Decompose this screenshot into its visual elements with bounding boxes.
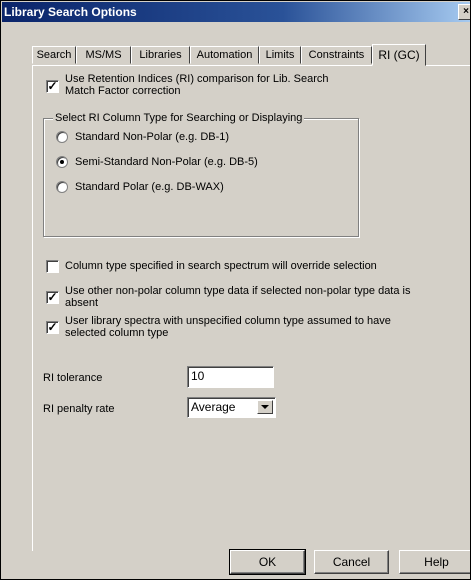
help-button[interactable]: Help — [399, 550, 470, 574]
tab-libraries[interactable]: Libraries — [131, 46, 190, 64]
radio-standard-polar-label[interactable]: Standard Polar (e.g. DB-WAX) — [75, 181, 224, 193]
chevron-down-icon[interactable] — [257, 400, 273, 414]
radio-standard-non-polar[interactable] — [56, 131, 68, 143]
ri-comparison-label-line1: Use Retention Indices (RI) comparison fo… — [65, 73, 329, 85]
column-type-group-legend: Select RI Column Type for Searching or D… — [53, 112, 305, 124]
nonpolar-fallback-label-line2: absent — [65, 297, 99, 309]
override-selection-label: Column type specified in search spectrum… — [65, 260, 377, 272]
radio-semi-standard-non-polar-label[interactable]: Semi-Standard Non-Polar (e.g. DB-5) — [75, 156, 258, 168]
library-search-options-dialog: Library Search Options × Search MS/MS Li… — [0, 0, 471, 580]
unspecified-column-label-line2: selected column type — [65, 327, 169, 339]
ri-penalty-label: RI penalty rate — [43, 403, 115, 415]
radio-standard-polar[interactable] — [56, 181, 68, 193]
ri-penalty-value: Average — [191, 400, 236, 414]
unspecified-column-checkbox[interactable]: ✓ — [46, 321, 59, 334]
ok-button[interactable]: OK — [229, 549, 306, 575]
tab-limits[interactable]: Limits — [259, 46, 301, 64]
close-icon[interactable]: × — [458, 4, 470, 20]
tab-ms-ms[interactable]: MS/MS — [76, 46, 131, 64]
ri-tolerance-label: RI tolerance — [43, 372, 103, 384]
radio-semi-standard-non-polar[interactable] — [56, 156, 68, 168]
ri-penalty-select[interactable]: Average — [187, 397, 276, 418]
ri-comparison-label-line2: Match Factor correction — [65, 85, 181, 97]
ri-tolerance-input[interactable]: 10 — [187, 366, 274, 388]
cancel-button[interactable]: Cancel — [314, 550, 389, 574]
radio-standard-non-polar-label[interactable]: Standard Non-Polar (e.g. DB-1) — [75, 131, 229, 143]
override-selection-checkbox[interactable] — [46, 260, 59, 273]
tab-constraints[interactable]: Constraints — [301, 46, 372, 64]
ri-comparison-checkbox[interactable]: ✓ — [46, 80, 59, 93]
tab-automation[interactable]: Automation — [190, 46, 259, 64]
title-bar: Library Search Options × — [2, 2, 470, 22]
tab-search[interactable]: Search — [32, 46, 76, 64]
tab-ri-gc[interactable]: RI (GC) — [372, 44, 426, 66]
nonpolar-fallback-label-line1: Use other non-polar column type data if … — [65, 285, 411, 297]
window-title: Library Search Options — [4, 5, 137, 19]
unspecified-column-label-line1: User library spectra with unspecified co… — [65, 315, 391, 327]
nonpolar-fallback-checkbox[interactable]: ✓ — [46, 291, 59, 304]
